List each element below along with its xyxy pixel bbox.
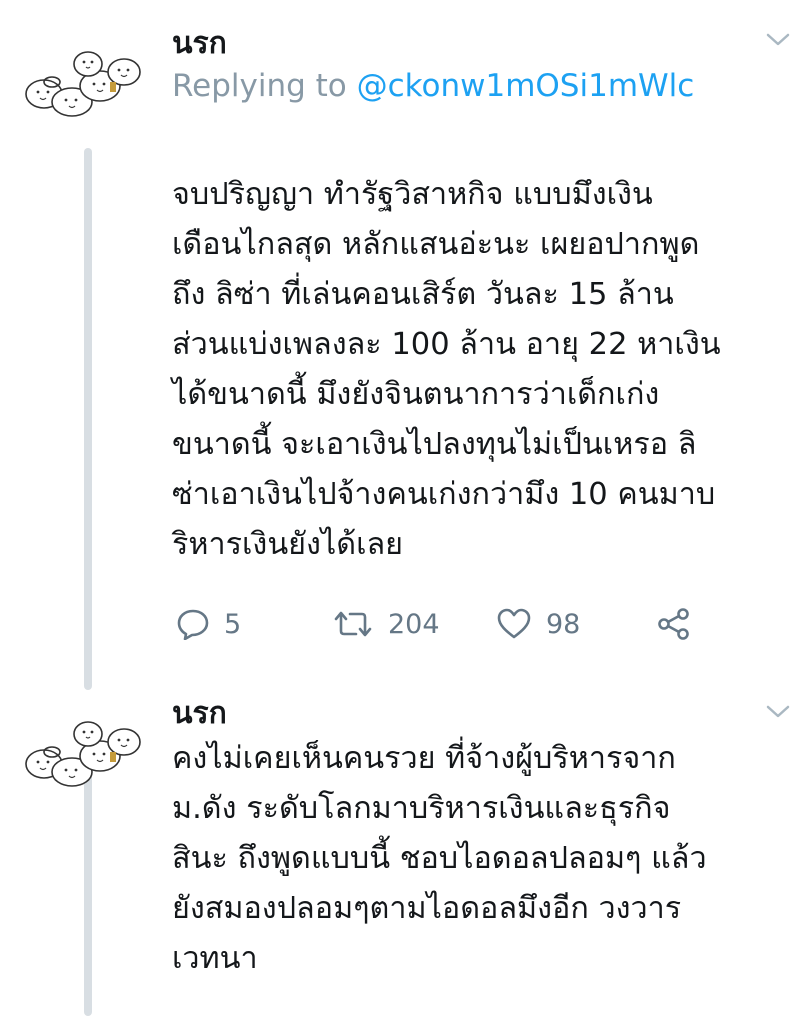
reply-count: 5	[224, 608, 242, 640]
replying-to-handle-link[interactable]: @ckonw1mOSi1mWlc	[357, 68, 695, 104]
share-icon	[656, 607, 692, 641]
chevron-down-icon[interactable]	[764, 30, 792, 50]
reply-button[interactable]: 5	[176, 596, 241, 652]
avatar-illustration	[25, 721, 141, 787]
thread-connector-line	[84, 148, 92, 690]
author-name[interactable]: นรก	[172, 20, 227, 67]
chevron-down-icon[interactable]	[764, 702, 792, 722]
like-button[interactable]: 98	[496, 596, 580, 652]
avatar-illustration	[25, 51, 141, 117]
avatar[interactable]	[22, 42, 152, 122]
author-name[interactable]: นรก	[172, 690, 227, 737]
avatar[interactable]	[22, 712, 152, 792]
heart-icon	[496, 608, 532, 640]
retweet-button[interactable]: 204	[332, 596, 440, 652]
share-button[interactable]	[656, 596, 692, 652]
replying-to-line: Replying to @ckonw1mOSi1mWlc	[172, 68, 694, 104]
replying-to-prefix: Replying to	[172, 68, 357, 104]
tweet-actions-bar: 5 204 98	[172, 596, 792, 652]
retweet-icon	[332, 609, 374, 639]
tweet-text: คงไม่เคยเห็นคนรวย ที่จ้างผู้บริหารจาก ม.…	[172, 741, 707, 976]
retweet-count: 204	[388, 608, 440, 640]
reply-icon	[176, 608, 210, 640]
like-count: 98	[546, 608, 581, 640]
tweet-text: จบปริญญา ทำรัฐวิสาหกิจ แบบมึงเงิน เดือนไ…	[172, 177, 721, 562]
